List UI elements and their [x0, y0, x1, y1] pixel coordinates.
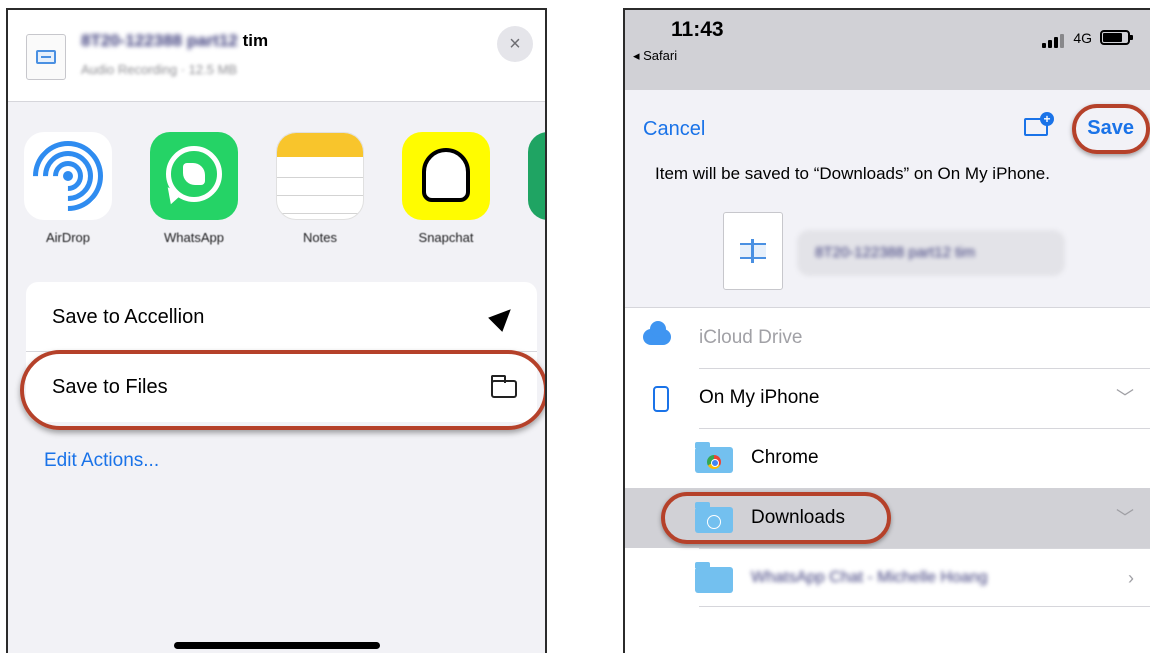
- app-icon: [528, 132, 545, 220]
- app-label: WhatsApp: [164, 230, 224, 245]
- highlight-save-to-files: [20, 350, 545, 430]
- airdrop-icon: [24, 132, 112, 220]
- battery-icon: [1100, 30, 1133, 45]
- cancel-button[interactable]: Cancel: [643, 118, 705, 141]
- icloud-icon: [643, 321, 671, 345]
- status-bar: 11:43 ◂ Safari 4G: [625, 10, 1150, 90]
- divider: [699, 606, 1150, 607]
- share-app-whatsapp[interactable]: WhatsApp: [144, 132, 244, 245]
- filename-field[interactable]: 8T20-122388 part12 tim: [797, 230, 1065, 276]
- snapchat-icon: [402, 132, 490, 220]
- home-indicator: [174, 642, 380, 649]
- audio-file-icon: [723, 212, 783, 290]
- save-to-accellion-action[interactable]: Save to Accellion: [26, 282, 537, 352]
- whatsapp-icon: [150, 132, 238, 220]
- share-apps-row: AirDrop WhatsApp Notes Snapchat: [8, 132, 545, 262]
- iphone-icon: [653, 386, 669, 412]
- chrome-folder-icon: [695, 442, 733, 473]
- save-dialog-screen: 11:43 ◂ Safari 4G Cancel + Save Item wil…: [623, 8, 1150, 653]
- location-whatsapp-chat-folder[interactable]: WhatsApp Chat - Michelle Hoang ›: [625, 548, 1150, 608]
- new-folder-icon[interactable]: +: [1024, 112, 1054, 138]
- highlight-downloads: [661, 492, 891, 544]
- close-button[interactable]: ×: [497, 26, 533, 62]
- signal-icon: [1042, 34, 1064, 48]
- share-app-partial[interactable]: [522, 132, 545, 220]
- share-sheet-header: 8T20-122388 part12 tim Audio Recording ·…: [8, 10, 545, 102]
- notes-icon: [276, 132, 364, 220]
- save-dialog-header: Cancel + Save Item will be saved to “Dow…: [625, 90, 1150, 308]
- shared-file-name: 8T20-122388 part12 tim: [81, 31, 269, 50]
- chevron-down-icon[interactable]: ﹀: [1116, 388, 1134, 408]
- action-label: Save to Accellion: [52, 306, 205, 328]
- highlight-save-button: [1072, 104, 1150, 154]
- app-label: Snapchat: [418, 230, 474, 245]
- network-type: 4G: [1073, 30, 1092, 46]
- location-chrome-folder[interactable]: Chrome: [625, 428, 1150, 488]
- location-on-my-iphone[interactable]: On My iPhone ﹀: [625, 368, 1150, 428]
- audio-file-icon: [26, 34, 66, 80]
- location-icloud-drive[interactable]: iCloud Drive: [625, 308, 1150, 368]
- location-label: WhatsApp Chat - Michelle Hoang: [751, 569, 988, 586]
- chevron-right-icon[interactable]: ›: [1128, 568, 1134, 588]
- share-sheet-screen: 8T20-122388 part12 tim Audio Recording ·…: [6, 8, 547, 653]
- location-label: iCloud Drive: [699, 327, 803, 348]
- location-label: On My iPhone: [699, 387, 820, 408]
- location-label: Chrome: [751, 447, 819, 468]
- shared-file-meta: Audio Recording · 12.5 MB: [81, 62, 238, 77]
- edit-actions-link[interactable]: Edit Actions...: [44, 450, 159, 472]
- back-to-safari-link[interactable]: ◂ Safari: [633, 48, 677, 64]
- app-label: Notes: [303, 230, 337, 245]
- save-destination-note: Item will be saved to “Downloads” on On …: [655, 164, 1050, 183]
- share-app-notes[interactable]: Notes: [270, 132, 370, 245]
- folder-icon: [695, 562, 733, 593]
- chevron-down-icon[interactable]: ﹀: [1116, 508, 1134, 528]
- share-app-snapchat[interactable]: Snapchat: [396, 132, 496, 245]
- share-app-airdrop[interactable]: AirDrop: [18, 132, 118, 245]
- status-time: 11:43: [671, 18, 724, 41]
- app-label: AirDrop: [45, 230, 91, 245]
- location-arrow-icon: [488, 302, 518, 332]
